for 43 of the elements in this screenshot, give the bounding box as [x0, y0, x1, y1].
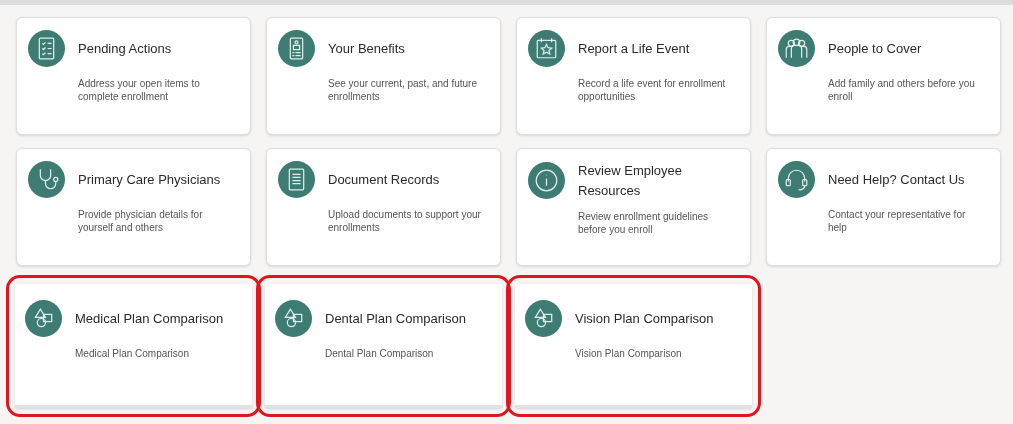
- people-icon: [778, 30, 815, 67]
- card-tile[interactable]: Document Records Upload documents to support your enrollments: [266, 148, 501, 266]
- card-title: Medical Plan Comparison: [75, 309, 224, 328]
- card-tile[interactable]: Your Benefits See your current, past, and future enrollments: [266, 17, 501, 135]
- card-description: Contact your representative for help: [828, 208, 967, 234]
- card-tile[interactable]: Review Employee Resources Review enrollment guidelines before you enroll: [516, 148, 751, 266]
- card-tile[interactable]: Dental Plan Comparison Dental Plan Comparison: [265, 284, 502, 408]
- info-icon: [528, 162, 565, 199]
- document-icon: [278, 161, 315, 198]
- headset-icon: [778, 161, 815, 198]
- stethoscope-icon: [28, 161, 65, 198]
- card-description: Add family and others before you enroll: [828, 77, 976, 103]
- card-description: Dental Plan Comparison: [325, 347, 435, 360]
- card-description: Upload documents to support your enrollments: [328, 208, 482, 234]
- card-description: Record a life event for enrollment opportunities: [578, 77, 727, 103]
- shapes-icon: [275, 300, 312, 337]
- card-title: Dental Plan Comparison: [325, 309, 466, 328]
- card-tile[interactable]: Vision Plan Comparison Vision Plan Comparison: [515, 284, 752, 408]
- card-tile[interactable]: People to Cover Add family and others before you enroll: [766, 17, 1001, 135]
- card-tile[interactable]: Need Help? Contact Us Contact your representative for help: [766, 148, 1001, 266]
- card-tile[interactable]: Primary Care Physicians Provide physician details for yourself and others: [16, 148, 251, 266]
- card-tile[interactable]: Report a Life Event Record a life event for enrollment opportunities: [516, 17, 751, 135]
- card-title: Document Records: [328, 170, 440, 189]
- card-description: Vision Plan Comparison: [575, 347, 683, 360]
- card-title: Primary Care Physicians: [78, 170, 221, 189]
- card-title: People to Cover: [828, 39, 922, 58]
- card-title: Review Employee Resources: [578, 162, 684, 200]
- card-title: Need Help? Contact Us: [828, 170, 965, 189]
- card-description: See your current, past, and future enrollments: [328, 77, 478, 103]
- checklist-icon: [28, 30, 65, 67]
- card-description: Medical Plan Comparison: [75, 347, 190, 360]
- card-description: Provide physician details for yourself and others: [78, 208, 204, 234]
- card-title: Vision Plan Comparison: [575, 309, 714, 328]
- card-description: Address your open items to complete enrollment: [78, 77, 201, 103]
- card-description: Review enrollment guidelines before you enroll: [578, 210, 710, 236]
- shapes-icon: [25, 300, 62, 337]
- card-title: Your Benefits: [328, 39, 405, 58]
- id-badge-icon: [278, 30, 315, 67]
- card-title: Pending Actions: [78, 39, 172, 58]
- shapes-icon: [525, 300, 562, 337]
- card-tile[interactable]: Medical Plan Comparison Medical Plan Comparison: [15, 284, 252, 408]
- card-title: Report a Life Event: [578, 39, 690, 58]
- card-tile[interactable]: Pending Actions Address your open items to complete enrollment: [16, 17, 251, 135]
